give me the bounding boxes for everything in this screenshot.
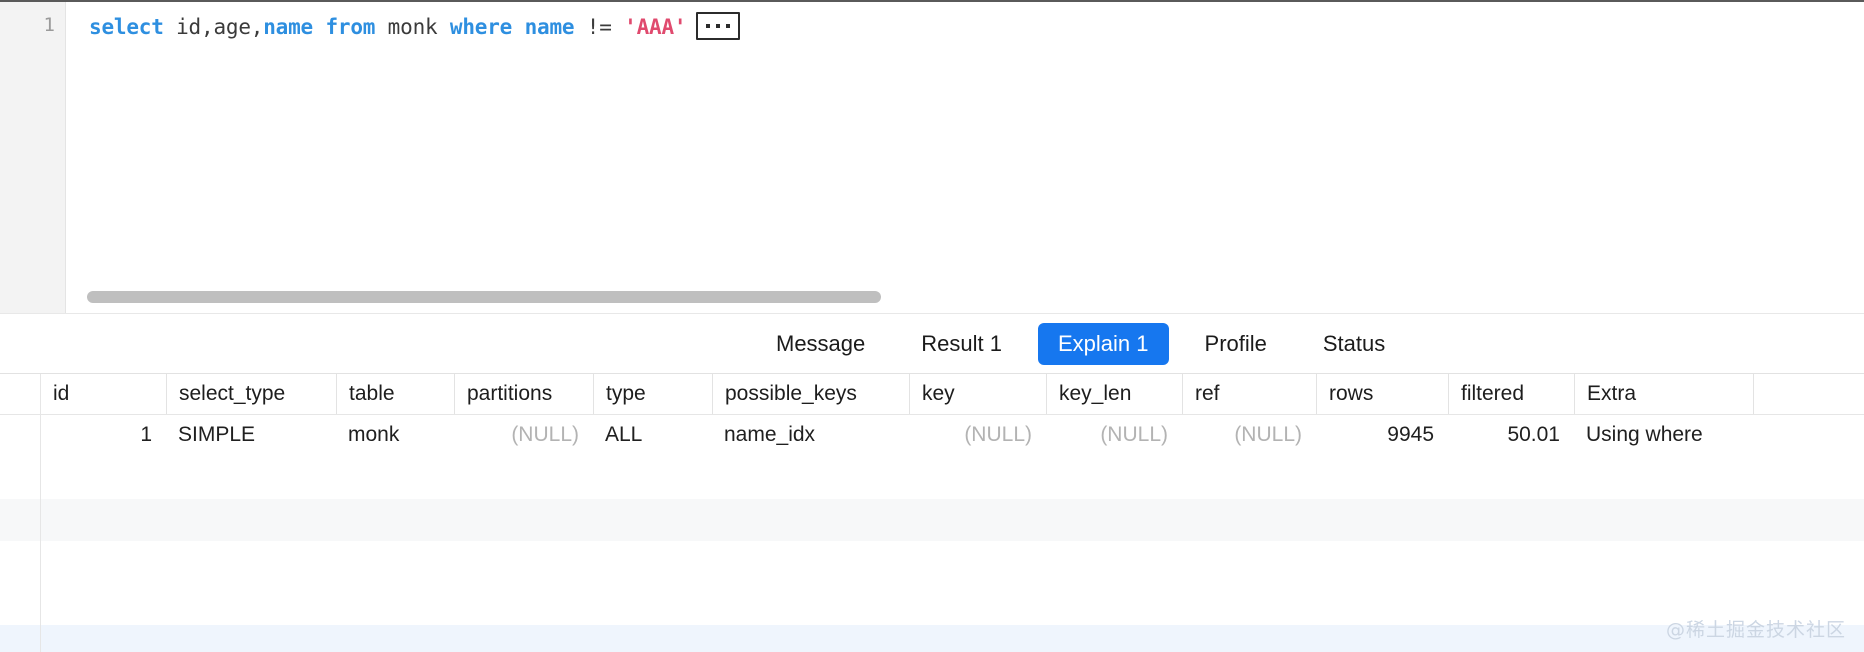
sql-code-area[interactable]: select id,age,name from monk where name … bbox=[67, 2, 1864, 313]
cell-type[interactable]: ALL bbox=[593, 415, 712, 455]
column-header-key[interactable]: key bbox=[909, 374, 1046, 414]
sql-code-line[interactable]: select id,age,name from monk where name … bbox=[89, 12, 741, 42]
watermark: @稀土掘金技术社区 bbox=[1665, 619, 1846, 641]
cell-select_type[interactable]: SIMPLE bbox=[166, 415, 336, 455]
line-number-1: 1 bbox=[43, 14, 55, 36]
sql-token-identifier: id,age, bbox=[163, 15, 264, 39]
tab-profile[interactable]: Profile bbox=[1185, 323, 1287, 365]
sql-token-keyword: where bbox=[449, 15, 513, 39]
tab-explain-1[interactable]: Explain 1 bbox=[1038, 322, 1169, 365]
sql-editor-panel[interactable]: 1 select id,age,name from monk where nam… bbox=[0, 0, 1864, 313]
sql-token-keyword: name bbox=[263, 15, 313, 39]
row-selector-column-divider bbox=[40, 374, 41, 652]
cell-rows[interactable]: 9945 bbox=[1316, 415, 1448, 455]
sql-token-identifier bbox=[512, 15, 524, 39]
sql-token-string: 'AAA' bbox=[624, 15, 687, 39]
sql-token-operator: != bbox=[574, 15, 625, 39]
explain-result-grid[interactable]: id select_type table partitions type possible… bbox=[0, 374, 1864, 652]
column-header-spacer[interactable] bbox=[1753, 374, 1864, 414]
editor-horizontal-scrollbar-track[interactable] bbox=[67, 289, 1864, 305]
cell-key[interactable]: (NULL) bbox=[909, 415, 1046, 455]
column-header-filtered[interactable]: filtered bbox=[1448, 374, 1574, 414]
cell-partitions[interactable]: (NULL) bbox=[454, 415, 593, 455]
column-header-partitions[interactable]: partitions bbox=[454, 374, 593, 414]
fold-dot-icon bbox=[706, 24, 711, 28]
column-header-rows[interactable]: rows bbox=[1316, 374, 1448, 414]
tab-status[interactable]: Status bbox=[1303, 323, 1405, 365]
column-header-select_type[interactable]: select_type bbox=[166, 374, 336, 414]
fold-dot-icon bbox=[726, 24, 731, 28]
explain-table-header-row: id select_type table partitions type possible… bbox=[0, 374, 1864, 415]
column-header-possible_keys[interactable]: possible_keys bbox=[712, 374, 909, 414]
column-header-id[interactable]: id bbox=[40, 374, 166, 414]
sql-token-keyword: name bbox=[524, 15, 575, 39]
sql-token-keyword: from bbox=[325, 15, 376, 39]
cell-filtered[interactable]: 50.01 bbox=[1448, 415, 1574, 455]
result-tabbar: Message Result 1 Explain 1 Profile Status bbox=[0, 313, 1864, 374]
cell-id[interactable]: 1 bbox=[40, 415, 166, 455]
column-header-type[interactable]: type bbox=[593, 374, 712, 414]
editor-horizontal-scrollbar-thumb[interactable] bbox=[87, 291, 881, 303]
cell-table[interactable]: monk bbox=[336, 415, 454, 455]
sql-token-identifier: monk bbox=[375, 15, 450, 39]
cell-possible_keys[interactable]: name_idx bbox=[712, 415, 909, 455]
sql-token-identifier bbox=[313, 15, 325, 39]
grid-row-stripe bbox=[0, 499, 1864, 541]
column-header-table[interactable]: table bbox=[336, 374, 454, 414]
cell-key_len[interactable]: (NULL) bbox=[1046, 415, 1182, 455]
editor-line-number-gutter: 1 bbox=[0, 2, 66, 313]
row-selector-header-cell bbox=[0, 374, 40, 414]
column-header-Extra[interactable]: Extra bbox=[1574, 374, 1753, 414]
grid-row-stripe bbox=[0, 625, 1864, 652]
column-header-key_len[interactable]: key_len bbox=[1046, 374, 1182, 414]
code-fold-indicator[interactable] bbox=[696, 12, 741, 40]
column-header-ref[interactable]: ref bbox=[1182, 374, 1316, 414]
tab-message[interactable]: Message bbox=[756, 323, 885, 365]
sql-token-keyword: select bbox=[89, 15, 164, 39]
table-row[interactable]: 1 SIMPLE monk (NULL) ALL name_idx (NULL) (NULL)… bbox=[0, 415, 1864, 455]
fold-dot-icon bbox=[716, 24, 721, 28]
explain-table-body[interactable]: 1 SIMPLE monk (NULL) ALL name_idx (NULL) (NULL)… bbox=[0, 415, 1864, 652]
sql-tokens: select id,age,name from monk where name … bbox=[89, 15, 687, 39]
result-tab-list: Message Result 1 Explain 1 Profile Status bbox=[756, 314, 1405, 373]
tab-result-1[interactable]: Result 1 bbox=[901, 323, 1022, 365]
cell-ref[interactable]: (NULL) bbox=[1182, 415, 1316, 455]
cell-Extra[interactable]: Using where bbox=[1574, 415, 1753, 455]
